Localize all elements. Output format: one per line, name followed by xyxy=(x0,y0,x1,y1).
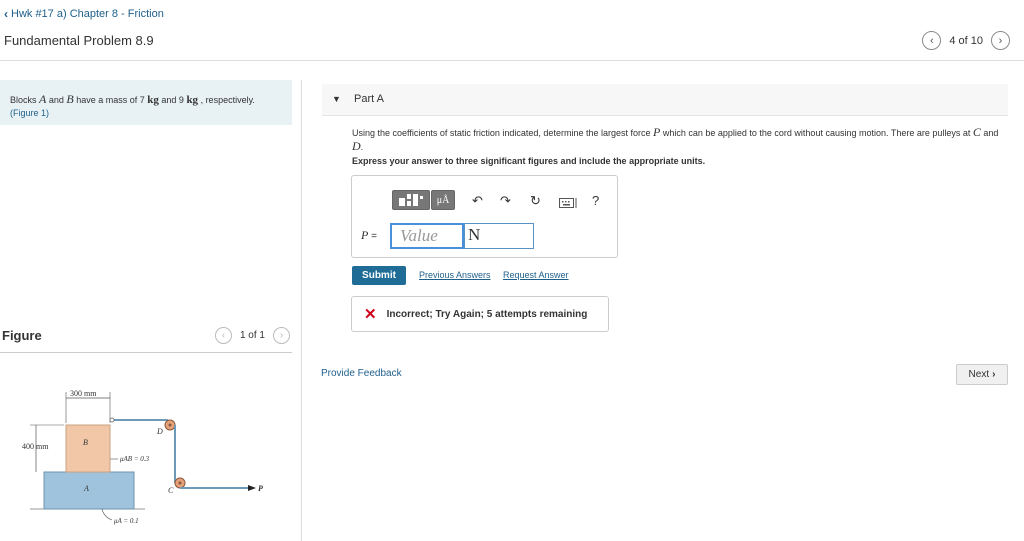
label-b: B xyxy=(83,438,88,447)
submit-button[interactable]: Submit xyxy=(352,266,406,285)
back-link-label: Hwk #17 a) Chapter 8 - Friction xyxy=(11,8,164,20)
chevron-left-icon: ‹ xyxy=(221,330,226,341)
help-icon[interactable]: ? xyxy=(592,193,599,208)
assignment-pager: ‹ 4 of 10 › xyxy=(922,31,1010,50)
unit-kg: kg xyxy=(186,94,199,106)
incorrect-icon: ✕ xyxy=(364,306,377,323)
pulley-c-axle xyxy=(178,481,182,485)
next-figure-button[interactable]: › xyxy=(273,327,290,344)
var-d: D xyxy=(352,139,361,154)
next-button[interactable]: Next › xyxy=(956,364,1008,385)
block-b xyxy=(65,424,111,473)
mu-a-leader xyxy=(101,508,113,521)
instruction-text: Express your answer to three significant… xyxy=(352,156,706,166)
figure-diagram: 300 mm 400 mm B A D C P μAB = 0.3 μA = 0… xyxy=(22,389,263,525)
next-label: Next xyxy=(968,369,990,380)
figure-link[interactable]: (Figure 1) xyxy=(10,108,49,118)
block-a xyxy=(43,471,135,510)
unit-input[interactable]: N xyxy=(464,223,534,249)
back-link[interactable]: ‹ Hwk #17 a) Chapter 8 - Friction xyxy=(4,7,164,21)
pulley-d-axle xyxy=(168,423,172,427)
prev-figure-button[interactable]: ‹ xyxy=(214,327,232,344)
label-p: P xyxy=(258,484,263,493)
part-title: Part A xyxy=(354,93,384,105)
dim-width-label: 300 mm xyxy=(70,389,97,398)
keyboard-icon[interactable] xyxy=(559,196,577,211)
templates-button[interactable] xyxy=(392,190,430,210)
question-part: and xyxy=(980,128,999,138)
figure-label: Figure xyxy=(2,328,42,343)
request-answer-link[interactable]: Request Answer xyxy=(503,270,569,280)
problem-text: and xyxy=(46,95,67,105)
problem-text: , respectively. xyxy=(198,95,255,105)
problem-text: have a mass of 7 xyxy=(73,95,148,105)
figure-pager-text: 1 of 1 xyxy=(239,330,265,341)
figure-pager: ‹ 1 of 1 › xyxy=(214,327,290,344)
question-text: Using the coefficients of static frictio… xyxy=(352,125,1002,154)
provide-feedback-link[interactable]: Provide Feedback xyxy=(321,368,402,379)
chevron-left-icon: ‹ xyxy=(930,34,934,47)
unit-kg: kg xyxy=(147,94,159,106)
header-divider xyxy=(0,60,1024,61)
template-icon xyxy=(399,194,423,206)
pager-text: 4 of 10 xyxy=(949,34,983,47)
label-c: C xyxy=(168,486,174,495)
mu-ab-label: μAB = 0.3 xyxy=(120,455,150,463)
chevron-left-icon: ‹ xyxy=(4,7,8,21)
question-part: which can be applied to the cord without… xyxy=(660,128,973,138)
column-divider xyxy=(301,80,302,541)
prev-item-button[interactable]: ‹ xyxy=(922,31,942,50)
answer-label: P = xyxy=(361,228,377,243)
label-a: A xyxy=(83,484,89,493)
force-arrow-icon xyxy=(248,485,256,491)
var-c: C xyxy=(972,125,981,139)
var-b: B xyxy=(66,92,74,106)
chevron-right-icon: › xyxy=(992,369,996,380)
part-a-header[interactable]: ▼ Part A xyxy=(322,84,1008,116)
problem-text: and 9 xyxy=(158,95,187,105)
problem-statement: Blocks A and B have a mass of 7 kg and 9… xyxy=(0,80,292,125)
caret-down-icon: ▼ xyxy=(332,94,341,104)
problem-text: Blocks xyxy=(10,95,40,105)
question-part: Using the coefficients of static frictio… xyxy=(352,128,653,138)
answer-box: μÅ ↶ ↷ ↻ ? P = Value N xyxy=(351,175,618,258)
dim-height-label: 400 mm xyxy=(22,442,49,451)
reset-icon[interactable]: ↻ xyxy=(530,193,541,209)
previous-answers-link[interactable]: Previous Answers xyxy=(419,270,491,280)
label-d: D xyxy=(156,427,163,436)
cord-attachment xyxy=(109,417,115,423)
redo-icon[interactable]: ↷ xyxy=(500,193,511,209)
equals-sign: = xyxy=(368,231,377,242)
feedback-message: ✕ Incorrect; Try Again; 5 attempts remai… xyxy=(351,296,609,332)
mu-a-label: μA = 0.1 xyxy=(114,517,139,525)
page-title: Fundamental Problem 8.9 xyxy=(4,33,154,48)
units-button[interactable]: μÅ xyxy=(431,190,455,210)
chevron-right-icon: › xyxy=(279,330,284,341)
value-input[interactable]: Value xyxy=(390,223,464,249)
next-item-button[interactable]: › xyxy=(991,31,1010,50)
chevron-right-icon: › xyxy=(998,34,1003,47)
figure-header: Figure ‹ 1 of 1 › xyxy=(0,323,292,353)
undo-icon[interactable]: ↶ xyxy=(472,193,483,209)
feedback-text: Incorrect; Try Again; 5 attempts remaini… xyxy=(386,308,588,320)
question-part: . xyxy=(360,142,364,153)
